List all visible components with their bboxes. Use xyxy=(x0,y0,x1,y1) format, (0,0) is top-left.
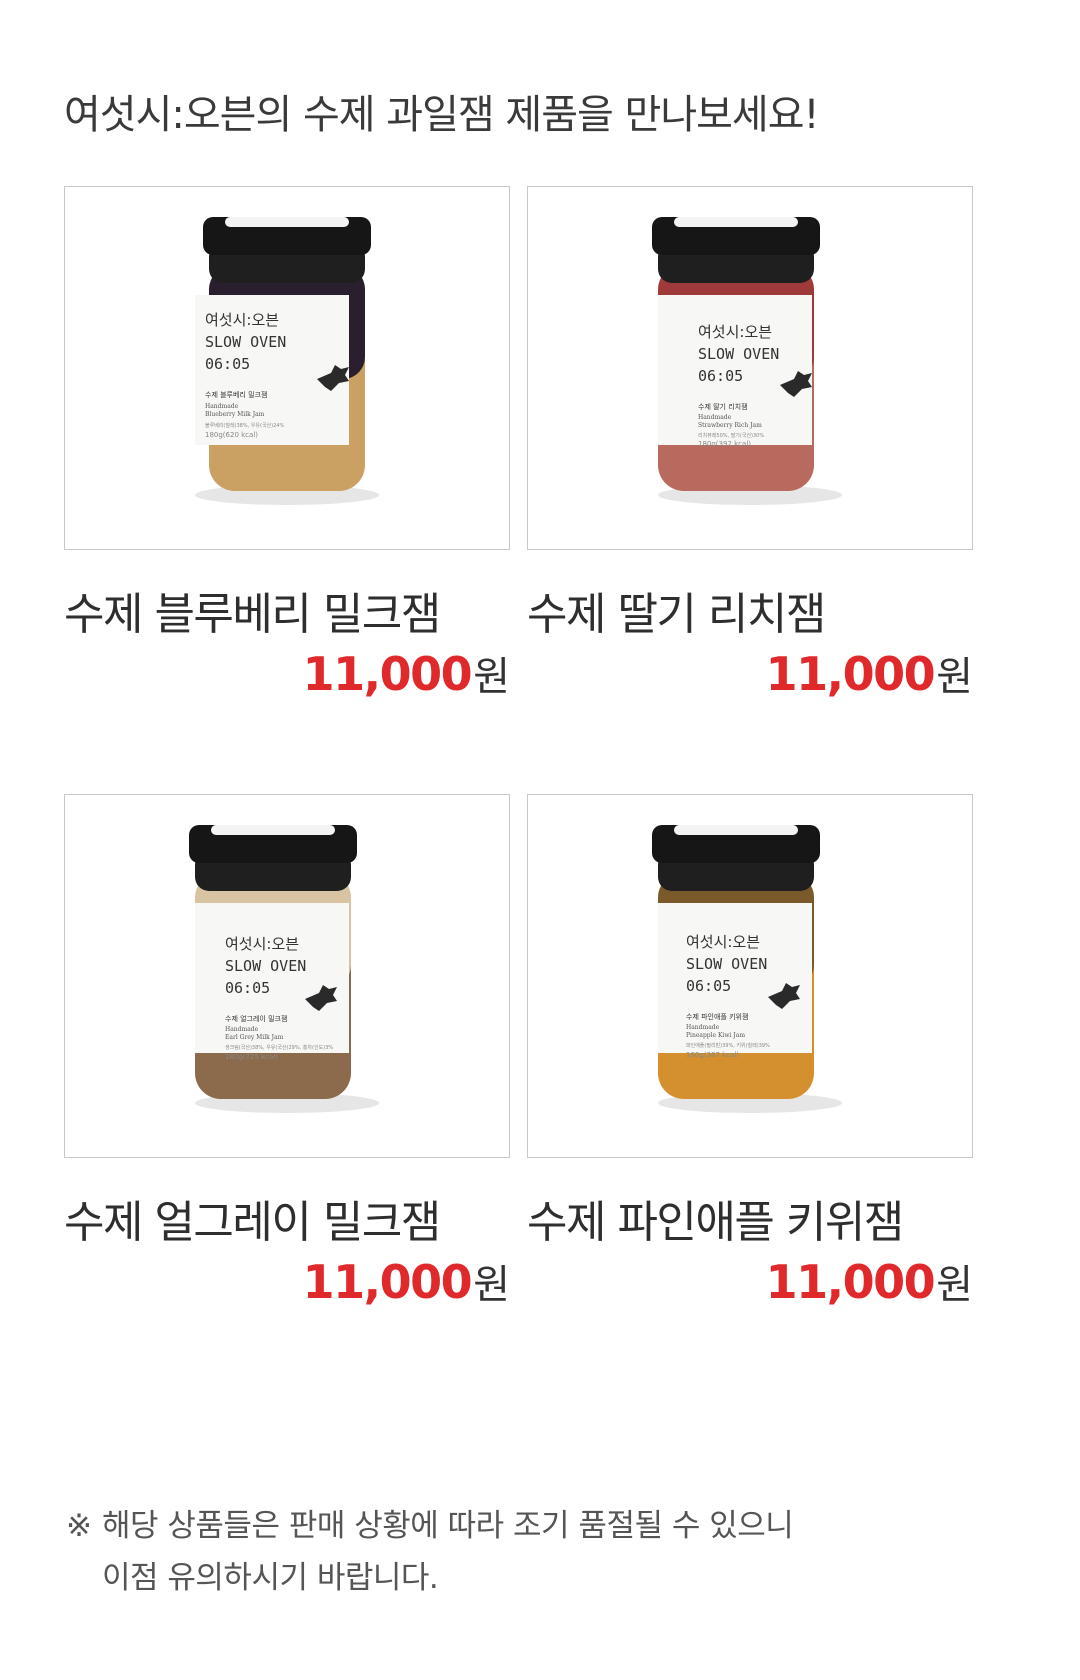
jar-label-product-en: Earl Grey Milk Jam xyxy=(225,1034,284,1041)
jar-label-ingredients: 생크림(국산)38%, 우유(국산)29%, 홍차(인도)3% xyxy=(225,1044,333,1051)
sold-out-notice: ※ 해당 상품들은 판매 상황에 따라 조기 품절될 수 있으니 이점 유의하시기… xyxy=(66,1500,794,1604)
jar-label-brand-en: SLOW OVEN xyxy=(698,345,779,363)
product-price: 11,000원 xyxy=(64,1252,510,1310)
jar-label-product-en: Blueberry Milk Jam xyxy=(205,411,265,418)
jar-label-brand-en: SLOW OVEN xyxy=(205,333,286,351)
jar-label-handmade: Handmade xyxy=(225,1026,259,1033)
currency-unit: 원 xyxy=(473,1262,510,1308)
jar-label-product-kr: 수제 블루베리 밀크잼 xyxy=(205,390,267,399)
jar-label-handmade: Handmade xyxy=(686,1024,720,1031)
jar-label-time: 06:05 xyxy=(225,979,270,997)
product-name[interactable]: 수제 파인애플 키위잼 xyxy=(527,1186,973,1250)
jar-label-time: 06:05 xyxy=(205,355,250,373)
product-name[interactable]: 수제 블루베리 밀크잼 xyxy=(64,578,510,642)
jar-label-product-en: Strawberry Rich Jam xyxy=(698,422,762,429)
jar-label-time: 06:05 xyxy=(698,367,743,385)
jar-label-product-kr: 수제 딸기 리치잼 xyxy=(698,402,748,411)
product-image[interactable]: 여섯시:오븐 SLOW OVEN 06:05 수제 얼그레이 밀크잼 Handm… xyxy=(64,794,510,1158)
jar-label-product-kr: 수제 얼그레이 밀크잼 xyxy=(225,1014,287,1023)
currency-unit: 원 xyxy=(473,654,510,700)
jar-label-weight: 180g(392 kcal) xyxy=(698,440,751,448)
jar-label-brand-kr: 여섯시:오븐 xyxy=(205,311,279,329)
jar-label-ingredients: 파인애플(필리핀)39%, 키위(칠레)39% xyxy=(686,1042,770,1049)
product-price: 11,000원 xyxy=(527,644,973,702)
currency-unit: 원 xyxy=(936,654,973,700)
product-name[interactable]: 수제 딸기 리치잼 xyxy=(527,578,973,642)
jar-label-handmade: Handmade xyxy=(205,403,239,410)
notice-line-1: ※ 해당 상품들은 판매 상황에 따라 조기 품절될 수 있으니 xyxy=(66,1500,794,1552)
jar-label-ingredients: 리치퓨레50%, 딸기(국산)30% xyxy=(698,432,764,439)
product-image[interactable]: 여섯시:오븐 SLOW OVEN 06:05 수제 블루베리 밀크잼 Handm… xyxy=(64,186,510,550)
jar-label-product-kr: 수제 파인애플 키위잼 xyxy=(686,1012,748,1021)
jar-label-ingredients: 블루베리(칠레)38%, 우유(국산)24% xyxy=(205,422,284,429)
price-value: 11,000 xyxy=(765,647,936,701)
notice-line-2: 이점 유의하시기 바랍니다. xyxy=(102,1560,439,1596)
jar-label-product-en: Pineapple Kiwi Jam xyxy=(686,1032,745,1039)
product-image[interactable]: 여섯시:오븐 SLOW OVEN 06:05 수제 딸기 리치잼 Handmad… xyxy=(527,186,973,550)
jar-label-weight: 180g(620 kcal) xyxy=(205,431,258,439)
jar-label-brand-kr: 여섯시:오븐 xyxy=(698,323,772,341)
jar-label-handmade: Handmade xyxy=(698,414,732,421)
product-name[interactable]: 수제 얼그레이 밀크잼 xyxy=(64,1186,510,1250)
jar-label-weight: 180g(725 kcal) xyxy=(225,1053,278,1061)
product-price: 11,000원 xyxy=(527,1252,973,1310)
jar-label-weight: 180g(387 kcal) xyxy=(686,1051,739,1059)
jar-label-brand-en: SLOW OVEN xyxy=(225,957,306,975)
currency-unit: 원 xyxy=(936,1262,973,1308)
product-card[interactable]: 여섯시:오븐 SLOW OVEN 06:05 수제 블루베리 밀크잼 Handm… xyxy=(64,186,510,702)
reference-mark-icon: ※ xyxy=(66,1508,92,1544)
price-value: 11,000 xyxy=(765,1255,936,1309)
jar-label-time: 06:05 xyxy=(686,977,731,995)
jar-label-brand-kr: 여섯시:오븐 xyxy=(686,933,760,951)
product-image[interactable]: 여섯시:오븐 SLOW OVEN 06:05 수제 파인애플 키위잼 Handm… xyxy=(527,794,973,1158)
jar-label-brand-en: SLOW OVEN xyxy=(686,955,767,973)
product-card[interactable]: 여섯시:오븐 SLOW OVEN 06:05 수제 파인애플 키위잼 Handm… xyxy=(527,794,973,1310)
product-card[interactable]: 여섯시:오븐 SLOW OVEN 06:05 수제 얼그레이 밀크잼 Handm… xyxy=(64,794,510,1310)
price-value: 11,000 xyxy=(302,647,473,701)
product-card[interactable]: 여섯시:오븐 SLOW OVEN 06:05 수제 딸기 리치잼 Handmad… xyxy=(527,186,973,702)
product-price: 11,000원 xyxy=(64,644,510,702)
page-headline: 여섯시:오븐의 수제 과일잼 제품을 만나보세요! xyxy=(64,92,820,138)
price-value: 11,000 xyxy=(302,1255,473,1309)
jar-label-brand-kr: 여섯시:오븐 xyxy=(225,935,299,953)
